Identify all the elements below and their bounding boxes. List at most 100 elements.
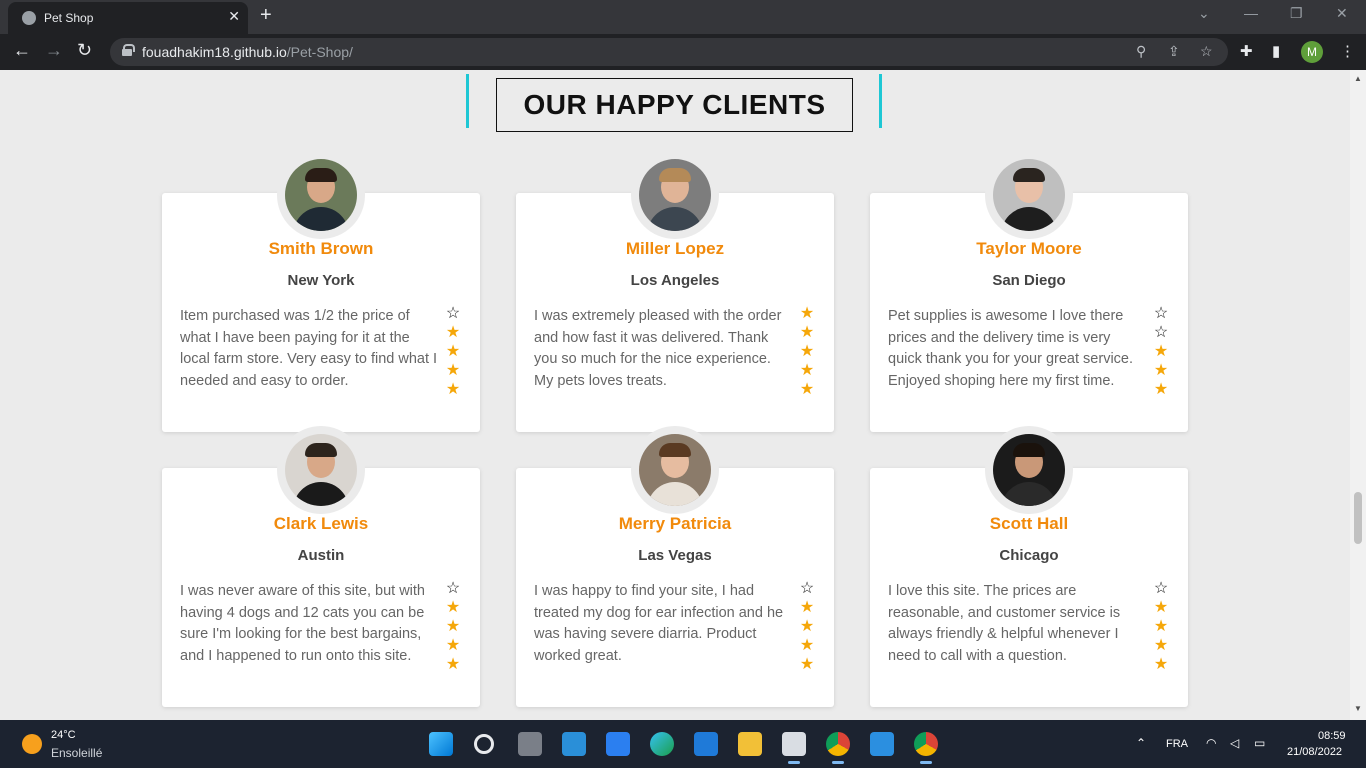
page-scrollbar[interactable]: ▲ ▼ (1350, 70, 1366, 720)
chrome-icon[interactable] (826, 732, 850, 764)
client-review: I was extremely pleased with the order a… (534, 308, 782, 389)
menu-icon[interactable]: ⋮ (1340, 42, 1355, 60)
start-menu-icon[interactable] (429, 732, 453, 756)
client-name: Clark Lewis (273, 514, 369, 533)
browser-tab[interactable]: Pet Shop ✕ (8, 2, 248, 34)
star-filled-icon: ★ (799, 362, 815, 379)
weather-sun-icon[interactable] (22, 734, 42, 754)
client-card: Clark Lewis Austin I was never aware of … (162, 426, 480, 707)
scroll-up-icon[interactable]: ▲ (1354, 74, 1362, 83)
star-filled-icon: ★ (445, 343, 461, 360)
widgets-icon[interactable] (562, 732, 586, 756)
mail-icon[interactable] (694, 732, 718, 756)
lock-icon (122, 44, 135, 56)
star-rating: ☆ ★ ★ ★ ★ (798, 579, 816, 674)
clock-date[interactable]: 21/08/2022 (1287, 746, 1342, 758)
extensions-icon[interactable]: ✚ (1240, 42, 1253, 60)
reload-icon[interactable]: ↻ (77, 40, 92, 61)
star-filled-icon: ★ (799, 599, 815, 616)
star-filled-icon: ★ (1153, 637, 1169, 654)
star-empty-icon: ☆ (1153, 305, 1169, 322)
star-filled-icon: ★ (1153, 362, 1169, 379)
star-filled-icon: ★ (445, 618, 461, 635)
file-explorer-icon[interactable] (738, 732, 762, 756)
url-text[interactable]: fouadhakim18.github.io/Pet-Shop/ (142, 44, 353, 60)
star-filled-icon: ★ (799, 656, 815, 673)
client-card: Merry Patricia Las Vegas I was happy to … (516, 426, 834, 707)
bookmark-star-icon[interactable]: ☆ (1200, 43, 1213, 60)
client-name: Miller Lopez (625, 239, 725, 258)
close-tab-icon[interactable]: ✕ (228, 8, 240, 25)
snipping-tool-icon[interactable] (782, 732, 806, 764)
star-filled-icon: ★ (445, 324, 461, 341)
star-filled-icon: ★ (1153, 656, 1169, 673)
scroll-down-icon[interactable]: ▼ (1354, 704, 1362, 713)
avatar (277, 151, 365, 239)
client-review: Item purchased was 1/2 the price of what… (180, 308, 438, 389)
share-icon[interactable]: ⇪ (1168, 43, 1180, 60)
star-filled-icon: ★ (799, 618, 815, 635)
star-empty-icon: ☆ (445, 580, 461, 597)
vscode-icon[interactable] (870, 732, 894, 756)
todo-icon[interactable] (606, 732, 630, 756)
avatar (277, 426, 365, 514)
task-view-icon[interactable] (518, 732, 542, 756)
client-card: Taylor Moore San Diego Pet supplies is a… (870, 151, 1188, 432)
avatar (985, 426, 1073, 514)
client-city: San Diego (992, 272, 1066, 289)
language-indicator[interactable]: FRA (1166, 738, 1188, 750)
chrome-profile-icon[interactable] (914, 732, 938, 764)
scrollbar-thumb[interactable] (1354, 492, 1362, 544)
browser-tab-bar: Pet Shop ✕ + ⌄ — ❐ ✕ (0, 0, 1366, 34)
star-filled-icon: ★ (1153, 618, 1169, 635)
star-filled-icon: ★ (445, 362, 461, 379)
star-empty-icon: ☆ (799, 580, 815, 597)
clock-time[interactable]: 08:59 (1318, 730, 1346, 742)
client-review: I love this site. The prices are reasona… (888, 583, 1121, 664)
new-tab-button[interactable]: + (260, 4, 272, 27)
forward-icon[interactable]: → (45, 40, 63, 61)
client-name: Smith Brown (268, 239, 374, 258)
client-city: Chicago (999, 547, 1059, 564)
tab-search-icon[interactable]: ⌄ (1198, 5, 1210, 22)
star-empty-icon: ☆ (445, 305, 461, 322)
accent-bar-left (466, 74, 469, 128)
back-icon[interactable]: ← (13, 40, 31, 61)
client-city: Las Vegas (638, 547, 712, 564)
chevron-up-icon[interactable]: ⌃ (1136, 736, 1146, 750)
taskbar: 24°C Ensoleillé ⌃ FRA ◠ ◁ ▭ 08:59 21/08/… (0, 720, 1366, 768)
star-filled-icon: ★ (1153, 343, 1169, 360)
section-title: OUR HAPPY CLIENTS (496, 78, 853, 132)
client-card: Miller Lopez Los Angeles I was extremely… (516, 151, 834, 432)
star-empty-icon: ☆ (1153, 324, 1169, 341)
client-name: Scott Hall (989, 514, 1069, 533)
client-card: Smith Brown New York Item purchased was … (162, 151, 480, 432)
address-bar[interactable]: fouadhakim18.github.io/Pet-Shop/ ⚲ ⇪ ☆ (110, 38, 1228, 66)
zoom-icon[interactable]: ⚲ (1136, 43, 1146, 60)
battery-icon[interactable]: ▭ (1254, 736, 1265, 750)
star-empty-icon: ☆ (1153, 580, 1169, 597)
client-name: Merry Patricia (618, 514, 732, 533)
avatar (985, 151, 1073, 239)
star-filled-icon: ★ (445, 599, 461, 616)
star-rating: ☆ ★ ★ ★ ★ (1152, 579, 1170, 674)
weather-description[interactable]: Ensoleillé (51, 746, 102, 760)
restore-icon[interactable]: ❐ (1290, 5, 1303, 22)
page-content: OUR HAPPY CLIENTS Smith Brown New York I… (0, 70, 1350, 720)
volume-icon[interactable]: ◁ (1230, 736, 1239, 750)
side-panel-icon[interactable]: ▮ (1272, 42, 1280, 60)
edge-icon[interactable] (650, 732, 674, 756)
client-name: Taylor Moore (976, 239, 1082, 258)
client-city: Austin (297, 547, 345, 564)
star-rating: ☆ ☆ ★ ★ ★ (1152, 304, 1170, 399)
weather-temperature[interactable]: 24°C (51, 729, 76, 741)
star-rating: ☆ ★ ★ ★ ★ (444, 304, 462, 399)
profile-avatar[interactable]: M (1301, 41, 1323, 63)
wifi-icon[interactable]: ◠ (1206, 736, 1216, 750)
star-filled-icon: ★ (799, 305, 815, 322)
search-icon[interactable] (474, 734, 494, 754)
minimize-icon[interactable]: — (1244, 5, 1258, 21)
star-filled-icon: ★ (1153, 599, 1169, 616)
close-window-icon[interactable]: ✕ (1336, 5, 1348, 22)
star-rating: ☆ ★ ★ ★ ★ (444, 579, 462, 674)
